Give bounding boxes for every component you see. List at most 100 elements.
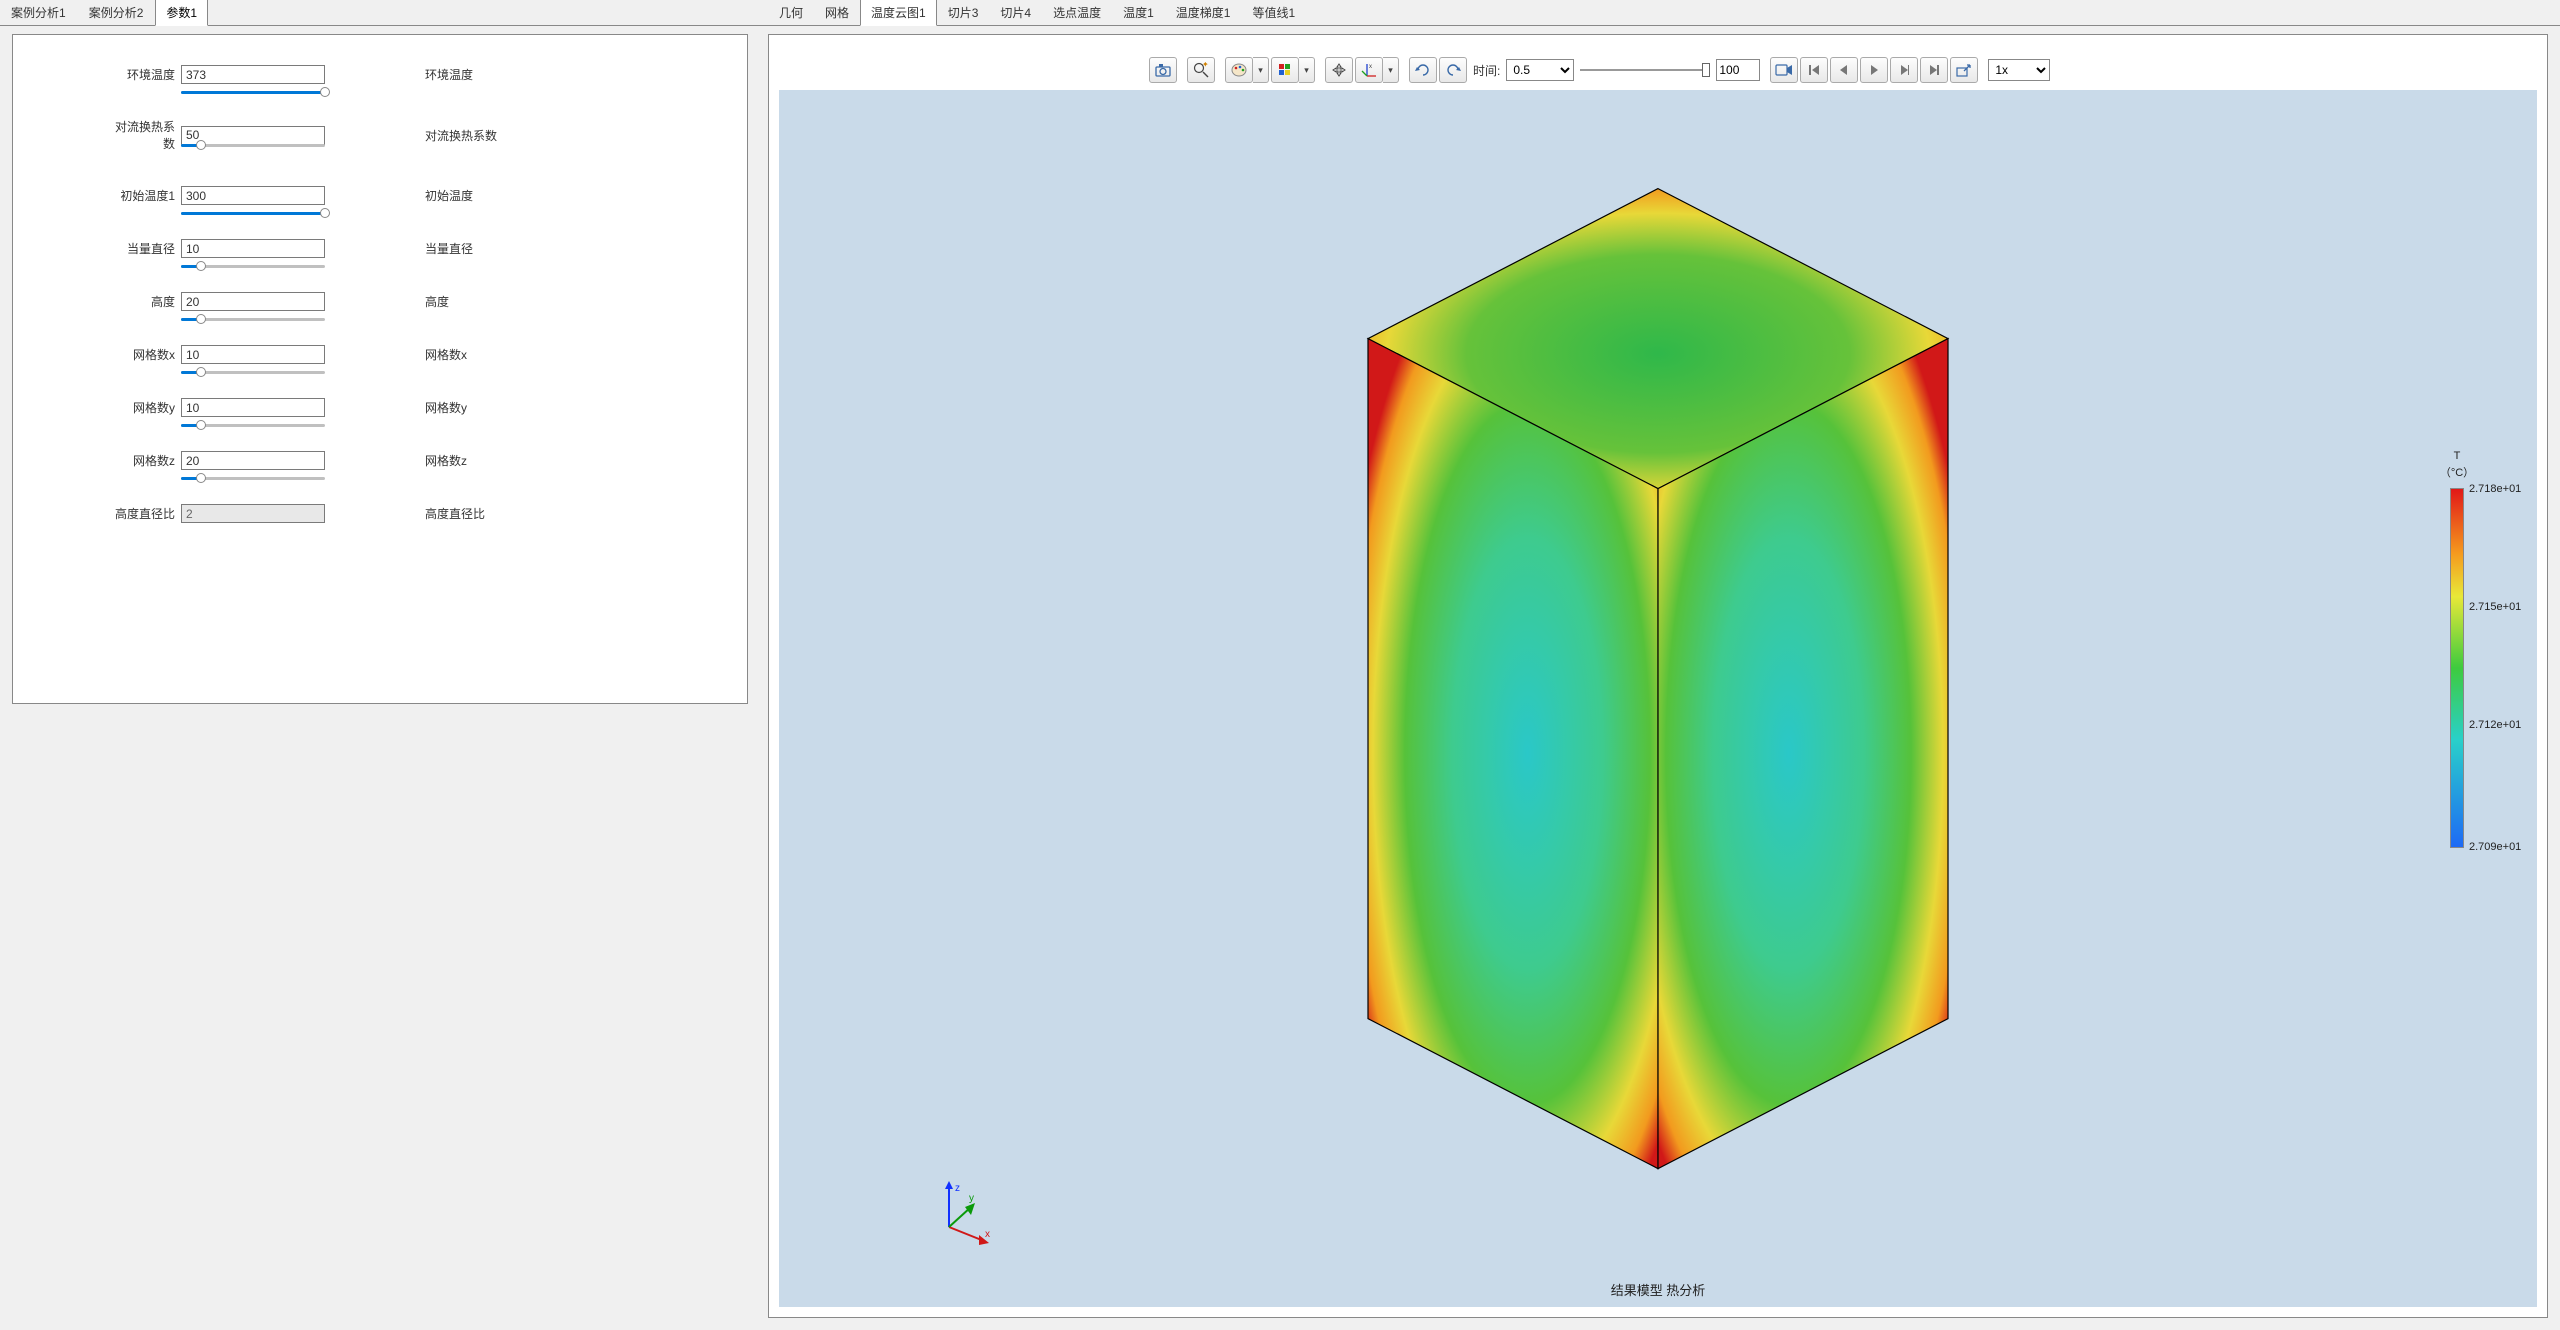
colorbar-tick: 2.712e+01 xyxy=(2469,719,2521,731)
param-input-5[interactable] xyxy=(181,345,325,364)
param-row-3: 当量直径 当量直径 xyxy=(113,239,647,258)
param-label: 高度直径比 xyxy=(113,505,175,522)
param-desc: 高度 xyxy=(425,293,449,310)
svg-text:x: x xyxy=(985,1229,990,1240)
param-label: 网格数y xyxy=(113,399,175,416)
param-desc: 高度直径比 xyxy=(425,505,485,522)
colorbar-title: T xyxy=(2417,450,2497,462)
right-tab-8[interactable]: 等值线1 xyxy=(1241,0,1306,25)
right-tab-5[interactable]: 选点温度 xyxy=(1042,0,1112,25)
last-icon[interactable] xyxy=(1920,57,1948,83)
param-label: 当量直径 xyxy=(113,240,175,257)
param-row-0: 环境温度 环境温度 xyxy=(113,65,647,84)
axis-gizmo: z x y xyxy=(929,1177,999,1247)
colorbar-tick: 2.718e+01 xyxy=(2469,483,2521,495)
left-panel: 案例分析1案例分析2参数1 环境温度环境温度对流换热系数对流换热系数初始温度1初… xyxy=(0,0,760,1330)
param-slider-2[interactable] xyxy=(113,207,325,219)
colorbar-tick: 2.709e+01 xyxy=(2469,841,2521,853)
param-desc: 当量直径 xyxy=(425,240,473,257)
param-label: 网格数z xyxy=(113,452,175,469)
right-tab-6[interactable]: 温度1 xyxy=(1112,0,1165,25)
left-tab-2[interactable]: 参数1 xyxy=(155,0,208,26)
axes-icon-dropdown[interactable]: ▾ xyxy=(1383,57,1399,83)
right-tab-0[interactable]: 几何 xyxy=(768,0,814,25)
param-row-2: 初始温度1 初始温度 xyxy=(113,186,647,205)
cube-render xyxy=(1348,168,1968,1188)
param-input-8 xyxy=(181,504,325,523)
cube-icon[interactable] xyxy=(1271,57,1299,83)
zoom-icon[interactable]: ✦ xyxy=(1187,57,1215,83)
param-slider-7[interactable] xyxy=(113,472,325,484)
speed-select[interactable]: 1x xyxy=(1988,59,2050,81)
param-input-2[interactable] xyxy=(181,186,325,205)
param-slider-6[interactable] xyxy=(113,419,325,431)
svg-text:y: y xyxy=(969,1193,974,1204)
param-slider-3[interactable] xyxy=(113,260,325,272)
right-tab-3[interactable]: 切片3 xyxy=(937,0,990,25)
pan-icon[interactable] xyxy=(1325,57,1353,83)
record-icon[interactable] xyxy=(1770,57,1798,83)
param-label: 网格数x xyxy=(113,346,175,363)
time-slider[interactable] xyxy=(1580,59,1710,81)
param-row-6: 网格数y 网格数y xyxy=(113,398,647,417)
param-label: 环境温度 xyxy=(113,66,175,83)
param-desc: 网格数x xyxy=(425,346,467,363)
param-desc: 网格数z xyxy=(425,452,467,469)
param-slider-4[interactable] xyxy=(113,313,325,325)
colorbar: T （°C） 2.718e+012.715e+012.712e+012.709e… xyxy=(2417,450,2497,848)
param-input-7[interactable] xyxy=(181,451,325,470)
svg-text:✦: ✦ xyxy=(1202,62,1209,69)
next-icon[interactable] xyxy=(1890,57,1918,83)
param-slider-0[interactable] xyxy=(113,86,325,98)
right-tabs: 几何网格温度云图1切片3切片4选点温度温度1温度梯度1等值线1 xyxy=(760,0,2560,26)
palette-icon-dropdown[interactable]: ▾ xyxy=(1253,57,1269,83)
colorbar-tick: 2.715e+01 xyxy=(2469,601,2521,613)
rotate-cw-icon[interactable] xyxy=(1409,57,1437,83)
param-desc: 初始温度 xyxy=(425,187,473,204)
param-label: 初始温度1 xyxy=(113,187,175,204)
frame-spin[interactable] xyxy=(1716,59,1760,81)
param-input-0[interactable] xyxy=(181,65,325,84)
param-input-3[interactable] xyxy=(181,239,325,258)
play-icon[interactable] xyxy=(1860,57,1888,83)
axes-icon[interactable]: x xyxy=(1355,57,1383,83)
param-slider-5[interactable] xyxy=(113,366,325,378)
left-tab-0[interactable]: 案例分析1 xyxy=(0,0,77,25)
param-row-1: 对流换热系数对流换热系数 xyxy=(113,118,647,152)
param-row-7: 网格数z 网格数z xyxy=(113,451,647,470)
param-label: 高度 xyxy=(113,293,175,310)
visualization-container: ✦ ▾ ▾ x ▾ 时间: 0.5 1x xyxy=(768,34,2548,1318)
param-row-8: 高度直径比 高度直径比 xyxy=(113,504,647,523)
palette-icon[interactable] xyxy=(1225,57,1253,83)
param-desc: 网格数y xyxy=(425,399,467,416)
viz-canvas[interactable]: z x y 结果模型 热分析 T （°C） 2.718e+012.715e+01… xyxy=(779,90,2537,1307)
viz-toolbar: ✦ ▾ ▾ x ▾ 时间: 0.5 1x xyxy=(1149,55,2050,85)
colorbar-strip: 2.718e+012.715e+012.712e+012.709e+01 xyxy=(2450,488,2464,848)
result-label: 结果模型 热分析 xyxy=(1611,1280,1706,1299)
prev-icon[interactable] xyxy=(1830,57,1858,83)
time-select[interactable]: 0.5 xyxy=(1506,59,1574,81)
left-tabs: 案例分析1案例分析2参数1 xyxy=(0,0,760,26)
parameters-panel: 环境温度环境温度对流换热系数对流换热系数初始温度1初始温度当量直径当量直径高度高… xyxy=(12,34,748,704)
time-label: 时间: xyxy=(1473,62,1500,79)
right-tab-7[interactable]: 温度梯度1 xyxy=(1165,0,1242,25)
param-row-4: 高度 高度 xyxy=(113,292,647,311)
first-icon[interactable] xyxy=(1800,57,1828,83)
svg-text:x: x xyxy=(1369,64,1372,70)
export-icon[interactable] xyxy=(1950,57,1978,83)
right-tab-2[interactable]: 温度云图1 xyxy=(860,0,937,26)
param-row-5: 网格数x 网格数x xyxy=(113,345,647,364)
rotate-ccw-icon[interactable] xyxy=(1439,57,1467,83)
left-tab-1[interactable]: 案例分析2 xyxy=(78,0,155,25)
svg-text:z: z xyxy=(955,1183,960,1194)
colorbar-unit: （°C） xyxy=(2417,464,2497,480)
right-tab-4[interactable]: 切片4 xyxy=(989,0,1042,25)
param-slider-1[interactable] xyxy=(113,139,325,151)
param-desc: 环境温度 xyxy=(425,66,473,83)
camera-icon[interactable] xyxy=(1149,57,1177,83)
param-input-6[interactable] xyxy=(181,398,325,417)
right-tab-1[interactable]: 网格 xyxy=(814,0,860,25)
param-desc: 对流换热系数 xyxy=(425,127,497,144)
cube-icon-dropdown[interactable]: ▾ xyxy=(1299,57,1315,83)
param-input-4[interactable] xyxy=(181,292,325,311)
